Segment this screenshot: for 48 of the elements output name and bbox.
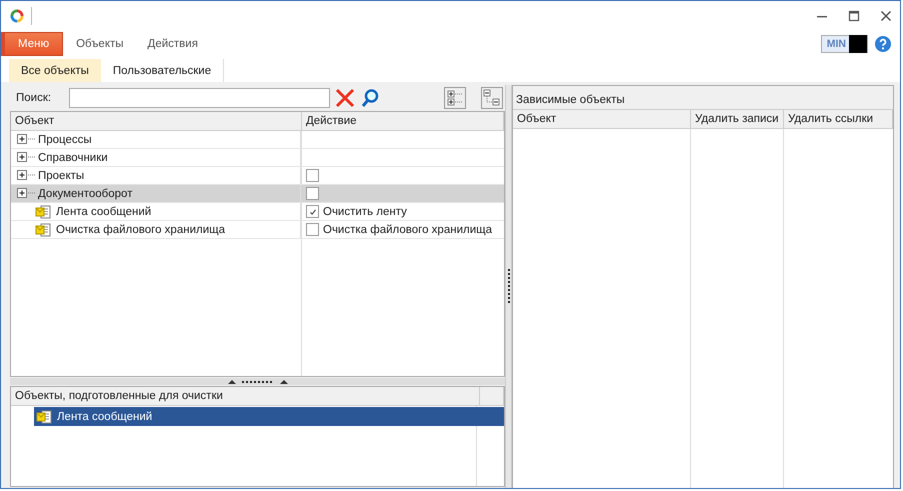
tree-row[interactable]: Справочники	[11, 149, 504, 167]
tree-item-label: Процессы	[38, 134, 92, 146]
list-row[interactable]: Лента сообщений	[34, 407, 504, 426]
checkbox[interactable]	[306, 205, 319, 218]
message-icon	[35, 222, 53, 236]
checkbox[interactable]	[306, 169, 319, 182]
tab[interactable]: Все объекты	[9, 59, 101, 82]
column-header: Удалить ссылки	[784, 110, 893, 128]
menu-item[interactable]: Объекты	[65, 32, 135, 56]
column-header: Действие	[302, 112, 504, 130]
search-field[interactable]	[69, 88, 330, 108]
expand-icon[interactable]	[17, 170, 35, 181]
expand-icon[interactable]	[17, 134, 35, 145]
menu-item[interactable]: Действия	[136, 32, 209, 56]
action-label: Очистка файлового хранилища	[323, 224, 492, 236]
search-icon[interactable]	[360, 88, 380, 108]
message-icon	[35, 204, 53, 218]
column-header: Объект	[11, 112, 302, 130]
column-header: Объект	[513, 110, 691, 128]
action-label: Очистить ленту	[323, 206, 407, 218]
message-icon	[36, 410, 54, 424]
tree-item-label: Документооборот	[38, 188, 132, 200]
app-logo-icon	[9, 8, 25, 24]
tree-row[interactable]: Очистка файлового хранилища Очистка файлового хранилища	[11, 221, 504, 239]
tree-item-label: Очистка файлового хранилища	[56, 224, 225, 236]
help-icon[interactable]	[874, 35, 892, 53]
tree-row[interactable]: Документооборот	[11, 185, 504, 203]
column-header: Объекты, подготовленные для очистки	[11, 387, 480, 405]
list-item-label: Лента сообщений	[57, 410, 152, 422]
close-icon[interactable]	[880, 10, 892, 22]
checkmark-icon	[308, 206, 318, 216]
tree-item-label: Справочники	[38, 152, 108, 164]
tree-row[interactable]: Процессы	[11, 131, 504, 149]
clear-icon[interactable]	[335, 88, 355, 108]
search-label: Поиск:	[15, 92, 52, 104]
splitter-handle[interactable]	[505, 85, 512, 488]
tree-item-label: Проекты	[38, 170, 84, 182]
column-header: Удалить записи	[691, 110, 784, 128]
collapse-all-icon[interactable]	[481, 87, 503, 109]
expand-all-icon[interactable]	[444, 87, 466, 109]
expand-icon[interactable]	[17, 152, 35, 163]
splitter-handle[interactable]	[10, 378, 505, 385]
maximize-icon[interactable]	[848, 10, 860, 22]
tree-row[interactable]: Лента сообщений Очистить ленту	[11, 203, 504, 221]
checkbox[interactable]	[306, 223, 319, 236]
tree-item-label: Лента сообщений	[56, 206, 152, 218]
expand-icon[interactable]	[17, 188, 35, 199]
checkbox[interactable]	[306, 187, 319, 200]
